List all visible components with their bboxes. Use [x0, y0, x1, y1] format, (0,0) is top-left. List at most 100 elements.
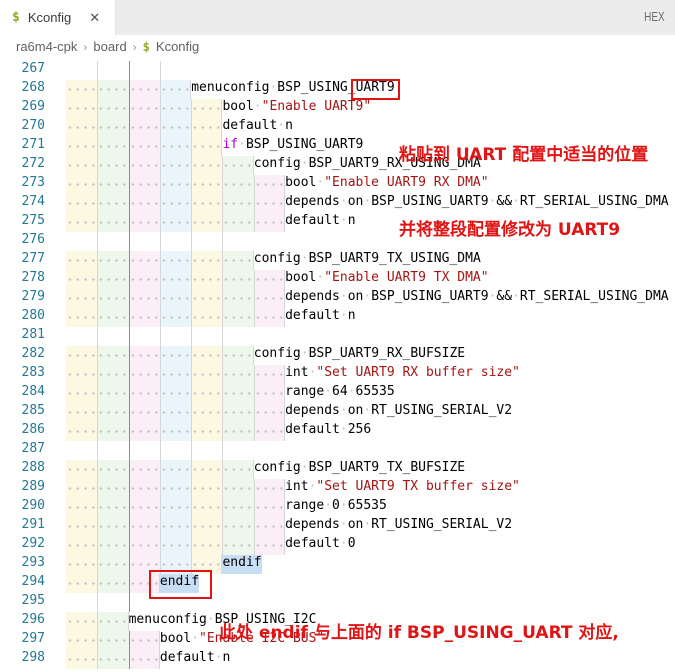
indent-block — [160, 384, 191, 403]
line-number: 280 — [0, 308, 60, 327]
whitespace-dot: · — [254, 99, 262, 118]
code-token: depends — [285, 289, 340, 308]
code-line[interactable]: int·"Set UART9 TX buffer size" — [66, 479, 675, 498]
breadcrumb: ra6m4-cpk › board › $ Kconfig — [0, 35, 675, 58]
indent-block — [129, 498, 160, 517]
indent-block — [129, 441, 160, 460]
code-token: on — [348, 517, 364, 536]
whitespace-dot: · — [340, 536, 348, 555]
indent-block — [160, 460, 191, 479]
line-number: 297 — [0, 631, 60, 650]
code-token: BSP_USING_ — [277, 80, 355, 99]
code-token: n — [285, 118, 293, 137]
indent-block — [66, 213, 97, 232]
indent-block — [66, 232, 97, 251]
indent-block — [254, 384, 285, 403]
indent-block — [254, 194, 285, 213]
code-token: UART9 — [356, 80, 395, 99]
breadcrumb-item-file[interactable]: Kconfig — [156, 39, 199, 54]
indent-block — [97, 631, 128, 650]
whitespace-dot: · — [309, 479, 317, 498]
line-number: 293 — [0, 555, 60, 574]
whitespace-dot: · — [340, 498, 348, 517]
code-token: n — [348, 213, 356, 232]
indent-block — [97, 308, 128, 327]
code-line[interactable]: range·0·65535 — [66, 498, 675, 517]
code-line[interactable] — [66, 61, 675, 80]
indent-block — [191, 422, 222, 441]
tab-label: Kconfig — [28, 10, 71, 25]
indent-block — [222, 441, 253, 460]
code-token: bool — [285, 270, 316, 289]
indent-block — [66, 650, 97, 669]
indent-block — [129, 460, 160, 479]
indent-block — [160, 536, 191, 555]
indent-block — [222, 308, 253, 327]
tab-kconfig[interactable]: $ Kconfig ✕ — [0, 0, 116, 35]
code-line[interactable] — [66, 441, 675, 460]
indent-block — [66, 327, 97, 346]
code-line[interactable]: range·64·65535 — [66, 384, 675, 403]
line-number: 295 — [0, 593, 60, 612]
code-line[interactable] — [66, 327, 675, 346]
indent-block — [222, 460, 253, 479]
indent-block — [97, 593, 128, 612]
line-number: 298 — [0, 650, 60, 669]
line-number: 283 — [0, 365, 60, 384]
indent-block — [97, 536, 128, 555]
vscode-editor-window: $ Kconfig ✕ HEX ra6m4-cpk › board › $ Kc… — [0, 0, 675, 672]
indent-block — [160, 232, 191, 251]
indent-block — [66, 422, 97, 441]
code-line[interactable]: config·BSP_UART9_TX_BUFSIZE — [66, 460, 675, 479]
tab-bar: $ Kconfig ✕ HEX — [0, 0, 675, 35]
code-token: 0 — [348, 536, 356, 555]
indent-block — [222, 232, 253, 251]
line-number: 271 — [0, 137, 60, 156]
indent-block — [66, 498, 97, 517]
indent-block — [160, 555, 191, 574]
indent-block — [254, 289, 285, 308]
indent-block — [222, 175, 253, 194]
indent-block — [129, 137, 160, 156]
hex-editor-button[interactable]: HEX — [644, 10, 665, 24]
whitespace-dot: · — [191, 631, 199, 650]
code-line[interactable]: depends·on·RT_USING_SERIAL_V2 — [66, 403, 675, 422]
indent-block — [66, 346, 97, 365]
line-number: 284 — [0, 384, 60, 403]
indent-block — [129, 631, 160, 650]
indent-block — [66, 517, 97, 536]
indent-block — [191, 175, 222, 194]
indent-block — [191, 384, 222, 403]
indent-block — [191, 308, 222, 327]
breadcrumb-item-folder[interactable]: ra6m4-cpk — [16, 39, 77, 54]
code-token: depends — [285, 194, 340, 213]
code-token: RT_USING_SERIAL_V2 — [371, 403, 512, 422]
close-icon[interactable]: ✕ — [89, 10, 100, 26]
indent-block — [160, 251, 191, 270]
indent-block — [160, 118, 191, 137]
code-line[interactable]: config·BSP_UART9_RX_BUFSIZE — [66, 346, 675, 365]
code-token: menuconfig — [129, 612, 207, 631]
code-token: default — [160, 650, 215, 669]
line-number: 285 — [0, 403, 60, 422]
indent-block — [191, 194, 222, 213]
code-token: 65535 — [348, 498, 387, 517]
code-line[interactable]: depends·on·RT_USING_SERIAL_V2 — [66, 517, 675, 536]
code-token: range — [285, 384, 324, 403]
indent-block — [254, 175, 285, 194]
indent-block — [129, 156, 160, 175]
breadcrumb-item-board[interactable]: board — [93, 39, 126, 54]
indent-block — [66, 270, 97, 289]
code-line[interactable]: default·256 — [66, 422, 675, 441]
indent-block — [222, 365, 253, 384]
line-number: 281 — [0, 327, 60, 346]
indent-block — [191, 289, 222, 308]
code-line[interactable]: default·0 — [66, 536, 675, 555]
indent-block — [129, 118, 160, 137]
code-line[interactable]: default·n — [66, 308, 675, 327]
indent-block — [191, 232, 222, 251]
line-number: 296 — [0, 612, 60, 631]
code-line[interactable]: int·"Set UART9 RX buffer size" — [66, 365, 675, 384]
indent-block — [254, 479, 285, 498]
code-token: config — [254, 346, 301, 365]
